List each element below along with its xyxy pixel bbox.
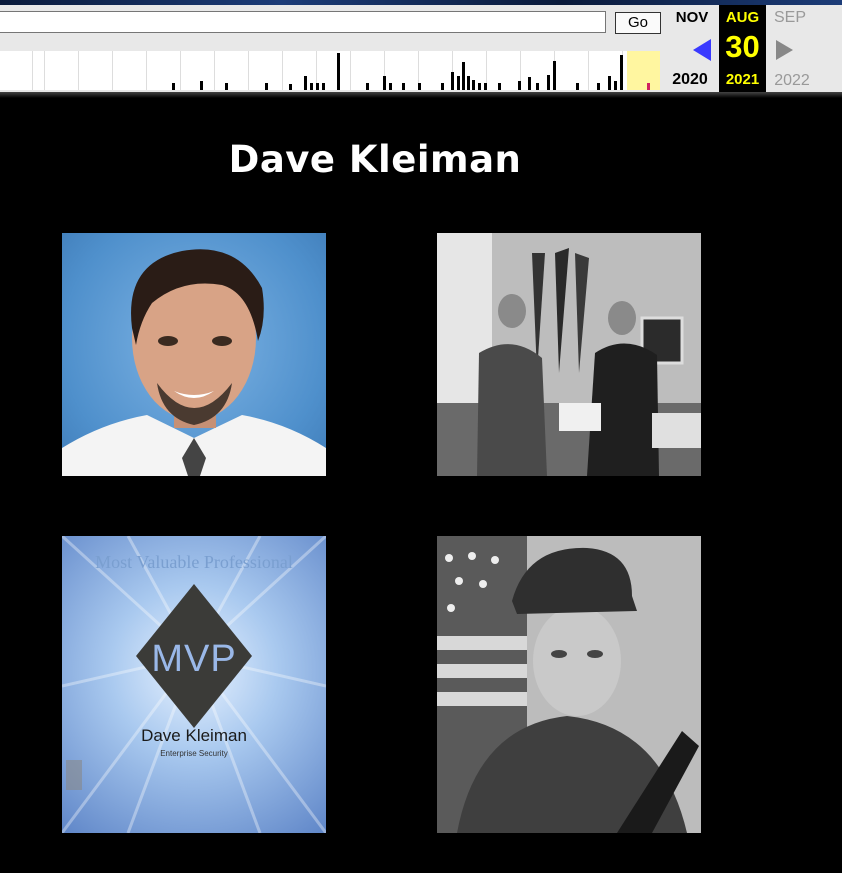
capture-bar [310, 83, 313, 90]
capture-bar [383, 76, 386, 90]
portrait-illustration [62, 249, 326, 476]
capture-bar [457, 76, 460, 90]
portrait-photo [62, 233, 326, 476]
capture-bar [441, 83, 444, 90]
capture-bar [389, 83, 392, 90]
certificate-illustration [62, 536, 326, 833]
capture-bar [172, 83, 175, 90]
capture-bar-selected [647, 83, 650, 90]
url-input[interactable] [0, 11, 606, 33]
sparkline-year-cell[interactable] [420, 51, 453, 90]
sparkline-year-cell[interactable] [488, 51, 521, 90]
capture-bar [597, 83, 600, 90]
certificate-subtitle: Enterprise Security [160, 749, 228, 758]
prev-capture-arrow-icon[interactable] [693, 39, 711, 61]
sparkline-year-cell[interactable] [182, 51, 215, 90]
prev-year-link[interactable]: 2020 [666, 71, 714, 89]
capture-bar [614, 81, 617, 90]
capture-bar [337, 53, 340, 90]
sparkline-year-cell[interactable] [216, 51, 249, 90]
capture-bar [608, 76, 611, 90]
sparkline-year-cell[interactable] [556, 51, 589, 90]
ceremony-photo [437, 233, 701, 476]
next-month-label: SEP [773, 9, 806, 26]
capture-bar [462, 62, 465, 90]
sparkline-year-cell[interactable] [590, 51, 623, 90]
page-title: Dave Kleiman [228, 138, 522, 181]
current-year: 2021 [725, 71, 760, 88]
current-month: AUG [725, 9, 760, 26]
capture-bar [472, 80, 475, 90]
prev-month-link[interactable]: NOV [670, 9, 714, 26]
certificate-badge: MVP [151, 638, 237, 680]
wayback-toolbar: Go NOV 2020 AUG 30 2021 SEP 2022 [0, 0, 842, 92]
capture-bar [316, 83, 319, 90]
capture-bar [553, 61, 556, 90]
capture-bar [467, 76, 470, 90]
capture-bar [304, 76, 307, 90]
sparkline-year-cell[interactable] [114, 51, 147, 90]
capture-bar [484, 83, 487, 90]
soldier-illustration [437, 536, 701, 833]
capture-bar [536, 83, 539, 90]
next-year-label: 2022 [774, 72, 810, 89]
capture-bar [528, 77, 531, 90]
toolbar-top-strip [0, 0, 842, 5]
capture-sparkline[interactable] [0, 51, 660, 90]
next-capture-arrow-icon[interactable] [776, 40, 793, 60]
toolbar-shadow [0, 92, 842, 98]
capture-bar [322, 83, 325, 90]
sparkline-year-cell[interactable] [148, 51, 181, 90]
capture-bar [225, 83, 228, 90]
capture-bar [478, 83, 481, 90]
sparkline-year-cell[interactable] [46, 51, 79, 90]
capture-bar [620, 55, 623, 90]
sparkline-year-cell[interactable] [12, 51, 45, 90]
current-day: 30 [725, 29, 760, 64]
go-button[interactable]: Go [615, 12, 661, 34]
capture-bar [200, 81, 203, 90]
certificate-recipient-name: Dave Kleiman [141, 726, 247, 745]
sparkline-current-year-cell[interactable] [627, 51, 660, 90]
certificate-heading: Most Valuable Professional [95, 552, 293, 572]
capture-bar [451, 72, 454, 90]
ceremony-illustration [437, 233, 701, 476]
current-capture-date: AUG 30 2021 [719, 5, 766, 92]
capture-bar [498, 83, 501, 90]
sparkline-year-cell[interactable] [80, 51, 113, 90]
mvp-certificate-image: Most Valuable Professional MVP Dave Klei… [62, 536, 326, 833]
capture-bar [418, 83, 421, 90]
capture-bar [366, 83, 369, 90]
capture-bar [402, 83, 405, 90]
capture-bar [289, 84, 292, 90]
capture-bar [265, 83, 268, 90]
soldier-portrait-photo [437, 536, 701, 833]
capture-bar [547, 75, 550, 90]
capture-bar [576, 83, 579, 90]
capture-bar [518, 81, 521, 90]
